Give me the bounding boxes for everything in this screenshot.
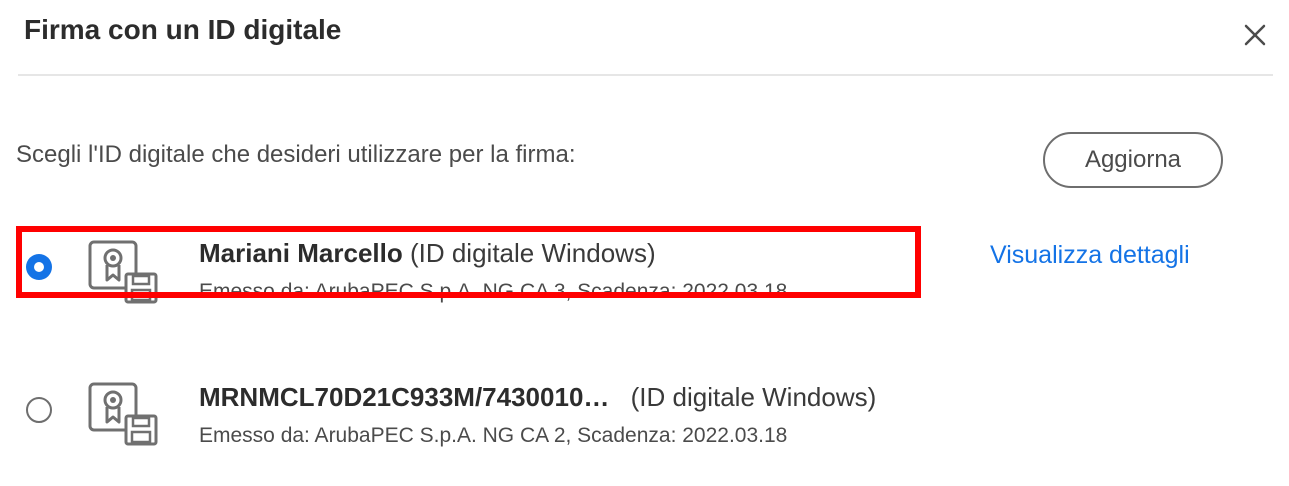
header-divider — [18, 74, 1273, 76]
certificate-icon — [86, 378, 162, 448]
id-radio-selected[interactable] — [26, 254, 52, 280]
digital-id-row[interactable]: MRNMCL70D21C933M/7430010… (ID digitale W… — [0, 362, 1289, 452]
choose-id-prompt: Scegli l'ID digitale che desideri utiliz… — [16, 141, 576, 168]
digital-id-row[interactable]: Mariani Marcello (ID digitale Windows) E… — [0, 222, 1289, 312]
close-icon[interactable] — [1240, 20, 1270, 50]
id-name: MRNMCL70D21C933M/7430010… — [199, 382, 610, 412]
sign-with-digital-id-dialog: Firma con un ID digitale Scegli l'ID dig… — [0, 0, 1289, 486]
refresh-button[interactable]: Aggiorna — [1043, 132, 1223, 188]
id-name-line: MRNMCL70D21C933M/7430010… (ID digitale W… — [199, 382, 876, 413]
certificate-icon — [86, 236, 162, 306]
id-name-line: Mariani Marcello (ID digitale Windows) — [199, 238, 656, 269]
id-type: (ID digitale Windows) — [409, 238, 656, 268]
view-details-link[interactable]: Visualizza dettagli — [990, 241, 1190, 270]
id-type: (ID digitale Windows) — [630, 382, 877, 412]
id-issuer: Emesso da: ArubaPEC S.p.A. NG CA 3, Scad… — [199, 280, 788, 303]
id-radio-unselected[interactable] — [26, 397, 52, 423]
id-name: Mariani Marcello — [199, 238, 403, 268]
dialog-title: Firma con un ID digitale — [24, 14, 342, 45]
id-issuer: Emesso da: ArubaPEC S.p.A. NG CA 2, Scad… — [199, 424, 788, 447]
